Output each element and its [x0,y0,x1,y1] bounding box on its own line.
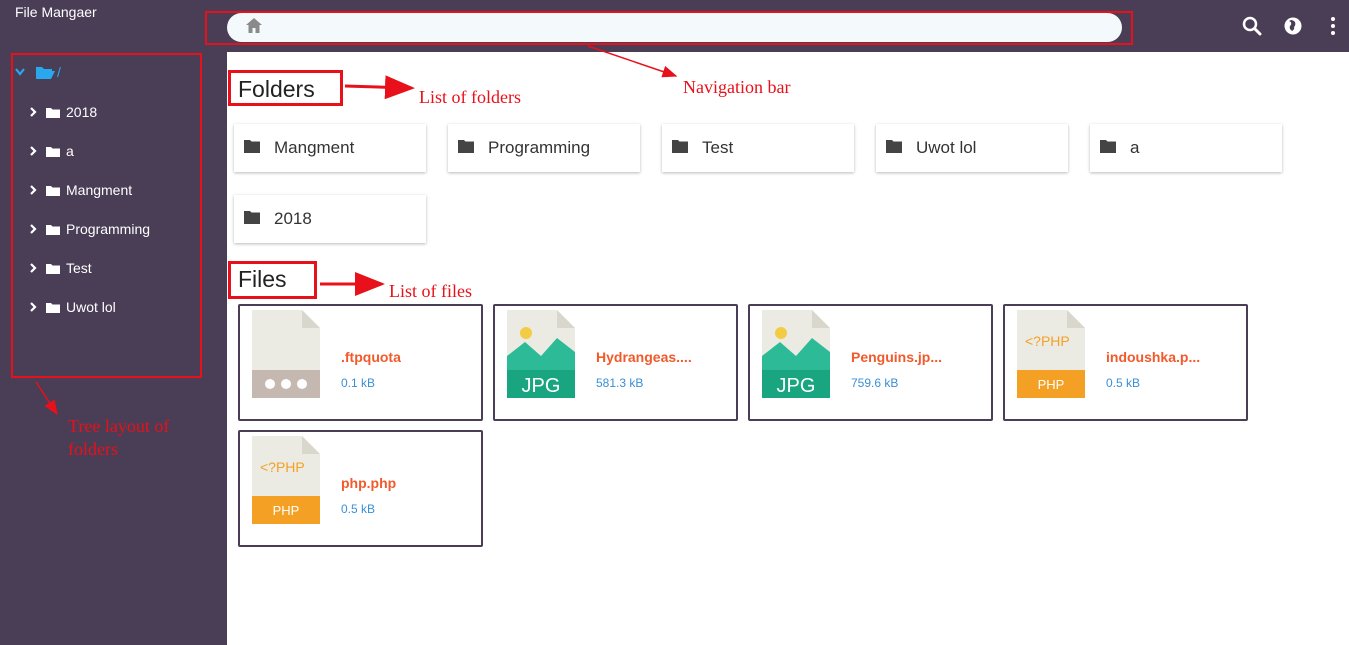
arrow-tree [35,381,58,416]
annotation-navigation-bar: Navigation bar [683,77,791,97]
annotation-tree-layout-line1: Tree layout of [68,416,170,436]
annotation-arrows [35,45,678,416]
arrow-folders [344,75,415,100]
annotation-list-of-folders: List of folders [419,87,521,107]
annotation-list-of-files: List of files [389,281,472,301]
annotation-tree-layout-line2: folders [68,439,118,459]
arrow-navigation-bar [587,45,678,78]
